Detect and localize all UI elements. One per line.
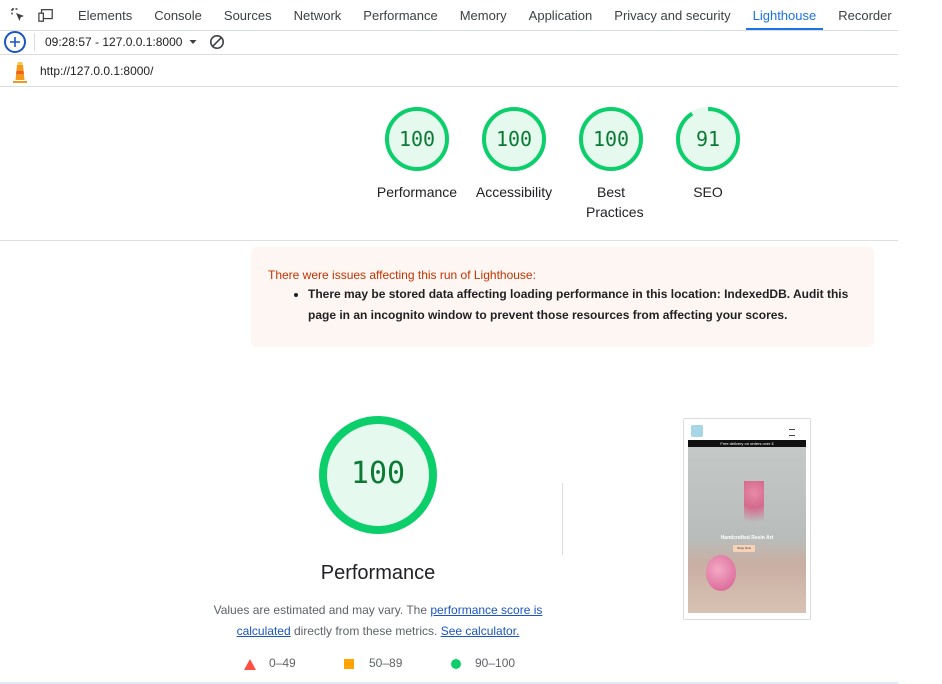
hero-vase — [706, 555, 736, 591]
note-text: Values are estimated and may vary. The — [213, 603, 431, 617]
device-toolbar-icon[interactable] — [38, 7, 54, 23]
delivery-banner: Free delivery on orders over £ — [688, 440, 806, 447]
legend-average: 50–89 — [369, 656, 403, 670]
run-warnings: There were issues affecting this run of … — [251, 247, 874, 347]
report-url-bar: http://127.0.0.1:8000/ — [0, 55, 898, 87]
divider — [562, 483, 563, 555]
tab-performance[interactable]: Performance — [352, 0, 448, 30]
inspect-element-icon[interactable] — [10, 7, 26, 23]
legend-fail: 0–49 — [269, 656, 296, 670]
report-select[interactable]: 09:28:57 - 127.0.0.1:8000 — [45, 35, 198, 49]
hero-image: Handcrafted Resin Art Shop Now — [688, 447, 806, 613]
average-square-icon — [344, 659, 354, 669]
gauge-best-practices[interactable]: 100 Best Practices — [565, 106, 657, 222]
warning-item: There may be stored data affecting loadi… — [308, 284, 868, 326]
clear-icon[interactable] — [209, 34, 225, 50]
category-scores: 100 Performance 100 Accessibility 100 Best Pr… — [0, 106, 898, 230]
menu-icon — [789, 429, 795, 436]
performance-score: 100 — [350, 456, 406, 491]
see-calculator-link[interactable]: See calculator. — [441, 624, 520, 638]
toolbar-separator — [34, 33, 35, 51]
tab-privacy-and-security[interactable]: Privacy and security — [603, 0, 741, 30]
score-ring: 100 — [578, 106, 644, 172]
score-value: 100 — [398, 127, 436, 151]
chevron-down-icon — [189, 40, 197, 44]
performance-title: Performance — [320, 562, 436, 584]
tab-console[interactable]: Console — [143, 0, 213, 30]
gauge-performance[interactable]: 100 Performance — [371, 106, 463, 202]
hero-title: Handcrafted Resin Art — [720, 535, 774, 541]
lighthouse-toolbar: 09:28:57 - 127.0.0.1:8000 — [0, 30, 898, 55]
hero-flowers — [744, 481, 764, 541]
score-label: Accessibility — [475, 184, 553, 200]
banner-text: Free delivery on orders over £ — [720, 441, 774, 446]
legend-pass: 90–100 — [475, 656, 516, 670]
gauge-seo[interactable]: 91 SEO — [662, 106, 754, 202]
tab-lighthouse[interactable]: Lighthouse — [742, 0, 828, 30]
tab-elements[interactable]: Elements — [67, 0, 143, 30]
score-ring: 100 — [384, 106, 450, 172]
pass-circle-icon — [451, 659, 461, 669]
shop-now-button: Shop Now — [733, 545, 755, 552]
fail-triangle-icon — [244, 659, 256, 673]
note-text: directly from these metrics. — [290, 624, 438, 638]
performance-note: Values are estimated and may vary. The p… — [208, 600, 548, 642]
warning-list: There may be stored data affecting loadi… — [268, 284, 868, 326]
gauge-accessibility[interactable]: 100 Accessibility — [468, 106, 560, 202]
report-url[interactable]: http://127.0.0.1:8000/ — [40, 64, 153, 78]
score-ring: 91 — [675, 106, 741, 172]
score-label: Best Practices — [586, 184, 644, 220]
site-logo — [691, 425, 703, 437]
score-value: 100 — [495, 127, 533, 151]
tab-recorder[interactable]: Recorder — [827, 0, 902, 30]
score-label: Performance — [376, 184, 458, 200]
score-value: 91 — [695, 127, 721, 151]
tab-application[interactable]: Application — [518, 0, 604, 30]
score-value: 100 — [592, 127, 630, 151]
warning-title: There were issues affecting this run of … — [268, 268, 536, 282]
divider — [0, 240, 898, 241]
score-label: SEO — [693, 184, 723, 200]
score-ring: 100 — [481, 106, 547, 172]
lighthouse-logo-icon — [10, 59, 30, 83]
panel-tabs: Elements Console Sources Network Performance… — [67, 0, 903, 30]
report-select-label: 09:28:57 - 127.0.0.1:8000 — [45, 35, 183, 49]
tab-sources[interactable]: Sources — [213, 0, 283, 30]
new-report-icon[interactable] — [4, 31, 26, 53]
devtools-tabbar: Elements Console Sources Network Performance… — [0, 0, 898, 31]
tab-network[interactable]: Network — [283, 0, 353, 30]
tab-memory[interactable]: Memory — [449, 0, 518, 30]
final-screenshot[interactable]: Free delivery on orders over £ Handcraft… — [683, 418, 811, 620]
